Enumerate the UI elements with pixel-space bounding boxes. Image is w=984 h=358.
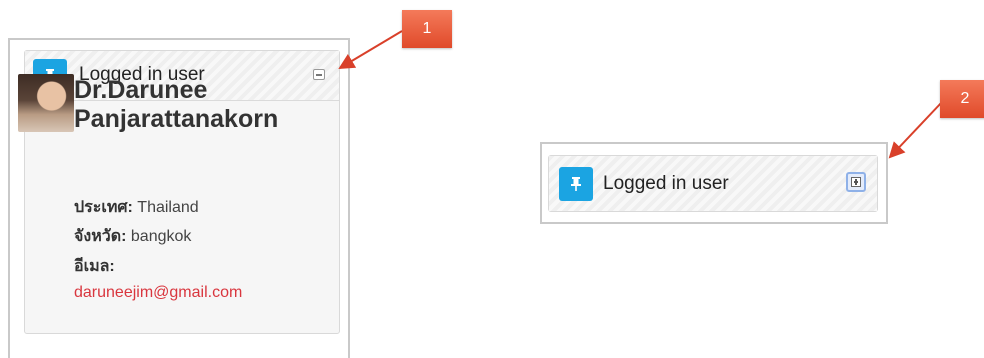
- annotation-badge-1: 1: [402, 10, 452, 48]
- annotation-arrows: [338, 30, 943, 159]
- annotation-badge-2: 2: [940, 80, 984, 118]
- arrow-2: [888, 101, 943, 159]
- arrow-1: [338, 30, 403, 70]
